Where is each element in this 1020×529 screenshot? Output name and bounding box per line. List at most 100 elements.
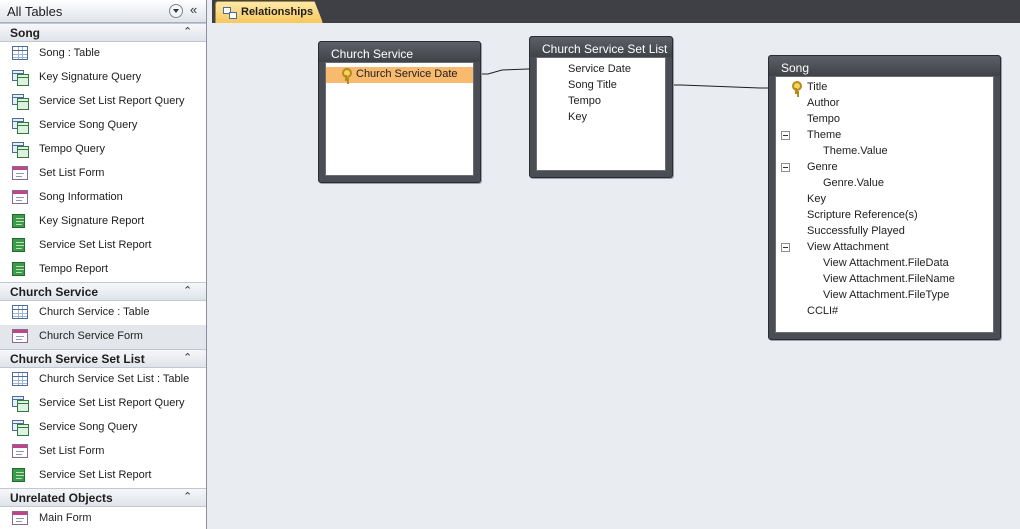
nav-item-service-set-list-report[interactable]: Service Set List Report — [0, 464, 206, 488]
group-header-song[interactable]: Song ⌃ — [0, 23, 206, 42]
nav-item-label: Tempo Report — [39, 263, 109, 275]
field-tempo[interactable]: Tempo — [537, 94, 665, 110]
field-label: Theme — [807, 129, 842, 141]
collapse-group-icon[interactable]: ⌃ — [183, 490, 192, 504]
chevron-down-icon[interactable] — [169, 4, 183, 18]
field-key[interactable]: Key — [537, 110, 665, 126]
report-icon — [12, 214, 25, 228]
report-icon — [12, 262, 25, 276]
collapse-group-icon[interactable]: ⌃ — [183, 284, 192, 298]
form-icon — [12, 444, 28, 458]
nav-item-label: Church Service : Table — [39, 306, 150, 318]
nav-item-label: Key Signature Report — [39, 215, 145, 227]
tab-relationships[interactable]: Relationships — [215, 1, 323, 23]
document-tab-strip: Relationships — [212, 0, 1020, 23]
nav-item-song-table[interactable]: Song : Table — [0, 42, 206, 66]
nav-item-label: Service Song Query — [39, 421, 138, 433]
group-title: Unrelated Objects — [10, 491, 113, 505]
field-church-service-date[interactable]: Church Service Date — [326, 67, 473, 83]
nav-item-service-song-query[interactable]: Service Song Query — [0, 114, 206, 138]
nav-item-service-set-list-report-query[interactable]: Service Set List Report Query — [0, 392, 206, 416]
group-title: Church Service — [10, 285, 99, 299]
field-label: Theme.Value — [823, 145, 888, 157]
nav-item-church-service-table[interactable]: Church Service : Table — [0, 301, 206, 325]
table-song[interactable]: Song Title Author Tempo Theme Theme.Value Gen… — [768, 55, 1001, 340]
nav-item-service-set-list-report[interactable]: Service Set List Report — [0, 234, 206, 258]
nav-item-tempo-query[interactable]: Tempo Query — [0, 138, 206, 162]
nav-item-set-list-form[interactable]: Set List Form — [0, 440, 206, 464]
form-icon — [12, 166, 28, 180]
group-title: Church Service Set List — [10, 352, 145, 366]
group-header-church-service-set-list[interactable]: Church Service Set List ⌃ — [0, 349, 206, 368]
nav-item-key-signature-report[interactable]: Key Signature Report — [0, 210, 206, 234]
group-header-church-service[interactable]: Church Service ⌃ — [0, 282, 206, 301]
nav-item-label: Service Set List Report — [39, 469, 152, 481]
field-label: View Attachment — [807, 241, 889, 253]
field-successfully-played[interactable]: Successfully Played — [776, 224, 993, 240]
table-title[interactable]: Song — [769, 56, 1000, 76]
nav-item-label: Tempo Query — [39, 143, 106, 155]
navigation-pane: All Tables « Song ⌃ Song : Table Key Signat… — [0, 0, 207, 529]
collapse-group-icon[interactable]: ⌃ — [183, 351, 192, 365]
nav-item-label: Service Set List Report Query — [39, 95, 185, 107]
field-label: View Attachment.FileData — [823, 257, 949, 269]
field-tempo[interactable]: Tempo — [776, 112, 993, 128]
shutter-collapse-icon[interactable]: « — [190, 3, 197, 17]
nav-item-church-service-set-list-table[interactable]: Church Service Set List : Table — [0, 368, 206, 392]
field-ccli[interactable]: CCLI# — [776, 304, 993, 320]
table-church-service[interactable]: Church Service Church Service Date — [318, 41, 481, 183]
field-theme-value[interactable]: Theme.Value — [776, 144, 993, 160]
query-icon — [12, 420, 29, 436]
field-label: Church Service Date — [356, 68, 458, 80]
nav-header[interactable]: All Tables « — [0, 0, 206, 23]
field-label: Tempo — [568, 95, 602, 107]
table-title[interactable]: Church Service — [319, 42, 480, 62]
field-author[interactable]: Author — [776, 96, 993, 112]
table-church-service-set-list[interactable]: Church Service Set List Service Date Song… — [529, 36, 673, 178]
field-song-title[interactable]: Song Title — [537, 78, 665, 94]
query-icon — [12, 70, 29, 86]
field-view-attachment-filedata[interactable]: View Attachment.FileData — [776, 256, 993, 272]
nav-item-song-information[interactable]: Song Information — [0, 186, 206, 210]
nav-item-key-signature-query[interactable]: Key Signature Query — [0, 66, 206, 90]
query-icon — [12, 118, 29, 134]
table-title[interactable]: Church Service Set List — [530, 37, 672, 57]
collapse-minus-icon[interactable] — [781, 243, 790, 252]
nav-item-label: Church Service Set List : Table — [39, 373, 190, 385]
field-key[interactable]: Key — [776, 192, 993, 208]
field-label: Key — [807, 193, 826, 205]
nav-item-set-list-form[interactable]: Set List Form — [0, 162, 206, 186]
relationship-line-song-title — [673, 84, 768, 89]
field-view-attachment[interactable]: View Attachment — [776, 240, 993, 256]
nav-item-service-set-list-report-query[interactable]: Service Set List Report Query — [0, 90, 206, 114]
nav-item-main-form[interactable]: Main Form — [0, 507, 206, 529]
nav-item-service-song-query[interactable]: Service Song Query — [0, 416, 206, 440]
query-icon — [12, 94, 29, 110]
nav-item-label: Key Signature Query — [39, 71, 142, 83]
collapse-group-icon[interactable]: ⌃ — [183, 25, 192, 39]
field-genre[interactable]: Genre — [776, 160, 993, 176]
field-title[interactable]: Title — [776, 80, 993, 96]
collapse-minus-icon[interactable] — [781, 131, 790, 140]
nav-item-label: Service Set List Report Query — [39, 397, 185, 409]
field-label: Song Title — [568, 79, 617, 91]
group-header-unrelated-objects[interactable]: Unrelated Objects ⌃ — [0, 488, 206, 507]
field-list: Service Date Song Title Tempo Key — [536, 57, 666, 171]
field-view-attachment-filename[interactable]: View Attachment.FileName — [776, 272, 993, 288]
field-genre-value[interactable]: Genre.Value — [776, 176, 993, 192]
nav-item-church-service-form[interactable]: Church Service Form — [0, 325, 206, 349]
field-service-date[interactable]: Service Date — [537, 62, 665, 78]
field-scripture-reference-s[interactable]: Scripture Reference(s) — [776, 208, 993, 224]
nav-title[interactable]: All Tables — [7, 4, 62, 19]
collapse-minus-icon[interactable] — [781, 163, 790, 172]
nav-item-label: Set List Form — [39, 445, 105, 457]
field-label: Scripture Reference(s) — [807, 209, 918, 221]
relationships-icon — [223, 7, 237, 19]
field-view-attachment-filetype[interactable]: View Attachment.FileType — [776, 288, 993, 304]
nav-item-tempo-report[interactable]: Tempo Report — [0, 258, 206, 282]
field-label: Successfully Played — [807, 225, 905, 237]
relationships-canvas[interactable]: Church Service Church Service Date Churc… — [212, 23, 1020, 529]
field-theme[interactable]: Theme — [776, 128, 993, 144]
primary-key-icon — [791, 81, 802, 94]
nav-item-label: Service Song Query — [39, 119, 138, 131]
